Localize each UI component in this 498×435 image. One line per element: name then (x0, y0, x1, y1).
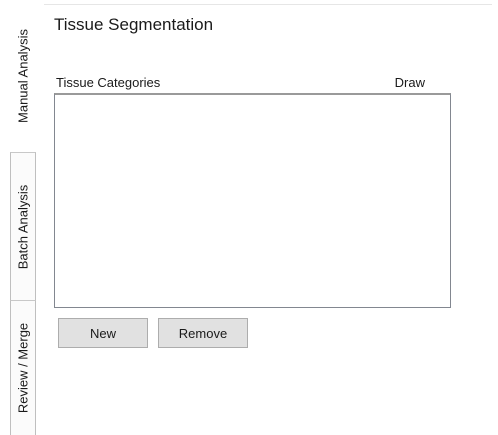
vertical-tab-strip: Manual Analysis Batch Analysis Review / … (0, 0, 44, 435)
remove-button[interactable]: Remove (158, 318, 248, 348)
tab-review-merge[interactable]: Review / Merge (10, 300, 36, 435)
list-header: Tissue Categories Draw (56, 75, 451, 93)
column-header-draw[interactable]: Draw (395, 75, 425, 90)
tab-manual-analysis-label: Manual Analysis (15, 29, 31, 123)
tab-batch-analysis-label: Batch Analysis (15, 184, 31, 269)
tissue-segmentation-panel: Tissue Segmentation Tissue Categories Dr… (44, 4, 492, 435)
tab-manual-analysis[interactable]: Manual Analysis (10, 0, 36, 152)
app-window: Manual Analysis Batch Analysis Review / … (0, 0, 498, 435)
panel-title: Tissue Segmentation (54, 15, 214, 34)
column-header-tissue-categories[interactable]: Tissue Categories (56, 75, 160, 90)
new-button[interactable]: New (58, 318, 148, 348)
tab-review-merge-label: Review / Merge (15, 322, 31, 414)
tab-batch-analysis[interactable]: Batch Analysis (10, 152, 36, 300)
tissue-categories-list[interactable] (54, 93, 451, 308)
